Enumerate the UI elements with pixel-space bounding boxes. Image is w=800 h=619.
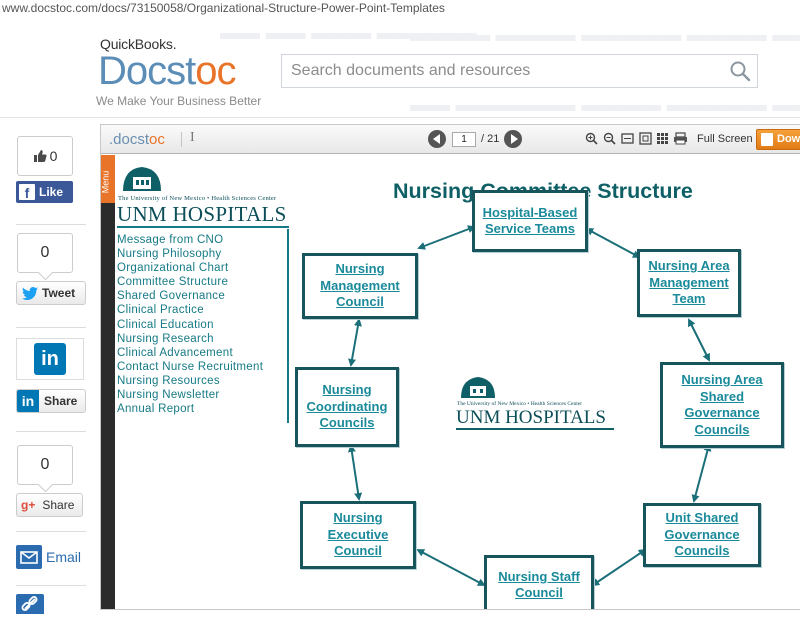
like-count: 0 [49, 148, 58, 164]
thumbs-up-icon [33, 150, 47, 162]
email-share[interactable]: Email [16, 545, 86, 569]
document-viewer: .docstoc I 1 / 21 Full Screen Dow Menu T… [100, 124, 800, 610]
gplus-share-button[interactable]: g+ Share [16, 493, 83, 517]
node-nursing-area-management-team[interactable]: Nursing Area Management Team [637, 249, 741, 317]
arrow-hospital-to-areamgmt [585, 228, 641, 258]
menu-label: Menu [100, 170, 111, 194]
fit-width-icon[interactable] [621, 132, 634, 145]
node-nursing-coordinating-councils[interactable]: Nursing Coordinating Councils [295, 367, 399, 447]
docstoc-logo[interactable]: Docstoc [98, 49, 237, 93]
slide-page: The University of New Mexico • Health Sc… [115, 155, 800, 609]
arrow-exec-to-coord [347, 444, 363, 501]
node-unit-shared-governance[interactable]: Unit Shared Governance Councils [643, 503, 761, 567]
search-input[interactable] [282, 55, 712, 87]
divider [16, 531, 86, 532]
site-header: ▬▬ ▬▬ ▬▬▬ ▬▬▬▬▬ ▬▬▬▬ ▬▬▬▬ ▬▬▬▬▬ ▬▬▬▬ ▬ ▬▬… [0, 18, 800, 118]
download-label: Dow [777, 133, 800, 145]
menu-toggle-tab[interactable]: Menu [101, 155, 115, 203]
zoom-out-icon[interactable] [603, 132, 616, 145]
node-nursing-staff-council[interactable]: Nursing Staff Council [484, 555, 594, 609]
node-nursing-area-shared-governance[interactable]: Nursing Area Shared Governance Councils [660, 362, 784, 448]
linkedin-count-box: in [16, 338, 84, 380]
link-icon [21, 596, 38, 611]
gplus-share-label: Share [42, 498, 75, 512]
linkedin-share-label: Share [44, 394, 78, 408]
email-label: Email [46, 549, 82, 565]
print-icon[interactable] [673, 132, 688, 145]
search-bar [281, 54, 758, 88]
arrow-areamgmt-to-areashared [688, 318, 710, 362]
text-select-tool[interactable]: I [190, 130, 195, 146]
arrow-mgmt-to-hospital [417, 225, 476, 250]
email-icon [16, 545, 42, 569]
tweet-count-box: 0 [17, 233, 73, 273]
faded-background-text: ▬▬▬▬ ▬▬▬▬ ▬▬▬▬▬ ▬▬▬▬ ▬▬▬▬ [410, 24, 800, 46]
like-label: Like [39, 185, 64, 199]
address-bar[interactable]: www.docstoc.com/docs/73150058/Organizati… [0, 0, 800, 18]
fit-page-icon[interactable] [639, 132, 652, 145]
download-button[interactable]: Dow [756, 129, 800, 150]
divider [16, 585, 86, 586]
unm-center-logo-icon [461, 377, 495, 398]
zoom-in-icon[interactable] [585, 132, 598, 145]
node-hospital-based-service-teams[interactable]: Hospital-Based Service Teams [472, 190, 588, 252]
search-icon[interactable] [729, 60, 751, 82]
facebook-like-widget: 0 f Like [16, 136, 86, 203]
tweet-label: Tweet [42, 286, 76, 300]
googleplus-widget: 0 g+ Share [16, 445, 86, 517]
gplus-count-box: 0 [17, 445, 73, 485]
gplus-icon: g+ [21, 498, 36, 512]
link-share-button[interactable] [16, 594, 44, 614]
arrow-coord-to-mgmt [348, 318, 362, 367]
linkedin-share-button[interactable]: in Share [16, 389, 86, 413]
gplus-count: 0 [40, 456, 50, 473]
node-nursing-executive-council[interactable]: Nursing Executive Council [300, 501, 416, 569]
tweet-count: 0 [40, 244, 50, 261]
like-count-box: 0 [17, 136, 73, 176]
divider [16, 224, 86, 225]
arrow-unit-to-staff [591, 548, 647, 587]
page-total: / 21 [481, 133, 500, 145]
previous-page-button[interactable] [428, 130, 446, 148]
linkedin-logo-icon: in [34, 343, 66, 375]
next-page-button[interactable] [504, 130, 522, 148]
twitter-widget: 0 Tweet [16, 233, 86, 305]
viewer-logo[interactable]: .docstoc [109, 131, 165, 148]
page-number-input[interactable]: 1 [452, 132, 476, 147]
social-share-sidebar: 0 f Like 0 Tweet in in Share 0 g+ Share [0, 119, 100, 614]
facebook-like-button[interactable]: f Like [16, 181, 73, 203]
arrow-staff-to-exec [416, 549, 486, 586]
linkedin-widget: in in Share [16, 338, 86, 413]
download-icon [761, 133, 773, 146]
fullscreen-button[interactable]: Full Screen [697, 133, 753, 145]
divider [16, 327, 86, 328]
center-unm-hospitals-wordmark: UNM HOSPITALS [456, 407, 606, 428]
tweet-button[interactable]: Tweet [16, 281, 86, 305]
menu-sidebar-strip [101, 155, 115, 609]
center-wordmark-rule [456, 428, 614, 430]
grid-view-icon[interactable] [656, 132, 669, 145]
arrow-areashared-to-unit [691, 443, 712, 503]
toolbar-divider [181, 132, 182, 147]
tagline: We Make Your Business Better [96, 94, 262, 108]
linkedin-icon: in [17, 390, 39, 412]
facebook-icon: f [19, 184, 35, 201]
faded-background-text: ▬▬ ▬▬▬▬▬▬ ▬▬▬▬ ▬▬▬▬▬ ▬▬▬▬▬ [410, 94, 800, 116]
viewer-toolbar: .docstoc I 1 / 21 Full Screen Dow [101, 125, 800, 154]
node-nursing-management-council[interactable]: Nursing Management Council [302, 253, 418, 319]
divider [16, 431, 86, 432]
twitter-bird-icon [22, 286, 38, 300]
